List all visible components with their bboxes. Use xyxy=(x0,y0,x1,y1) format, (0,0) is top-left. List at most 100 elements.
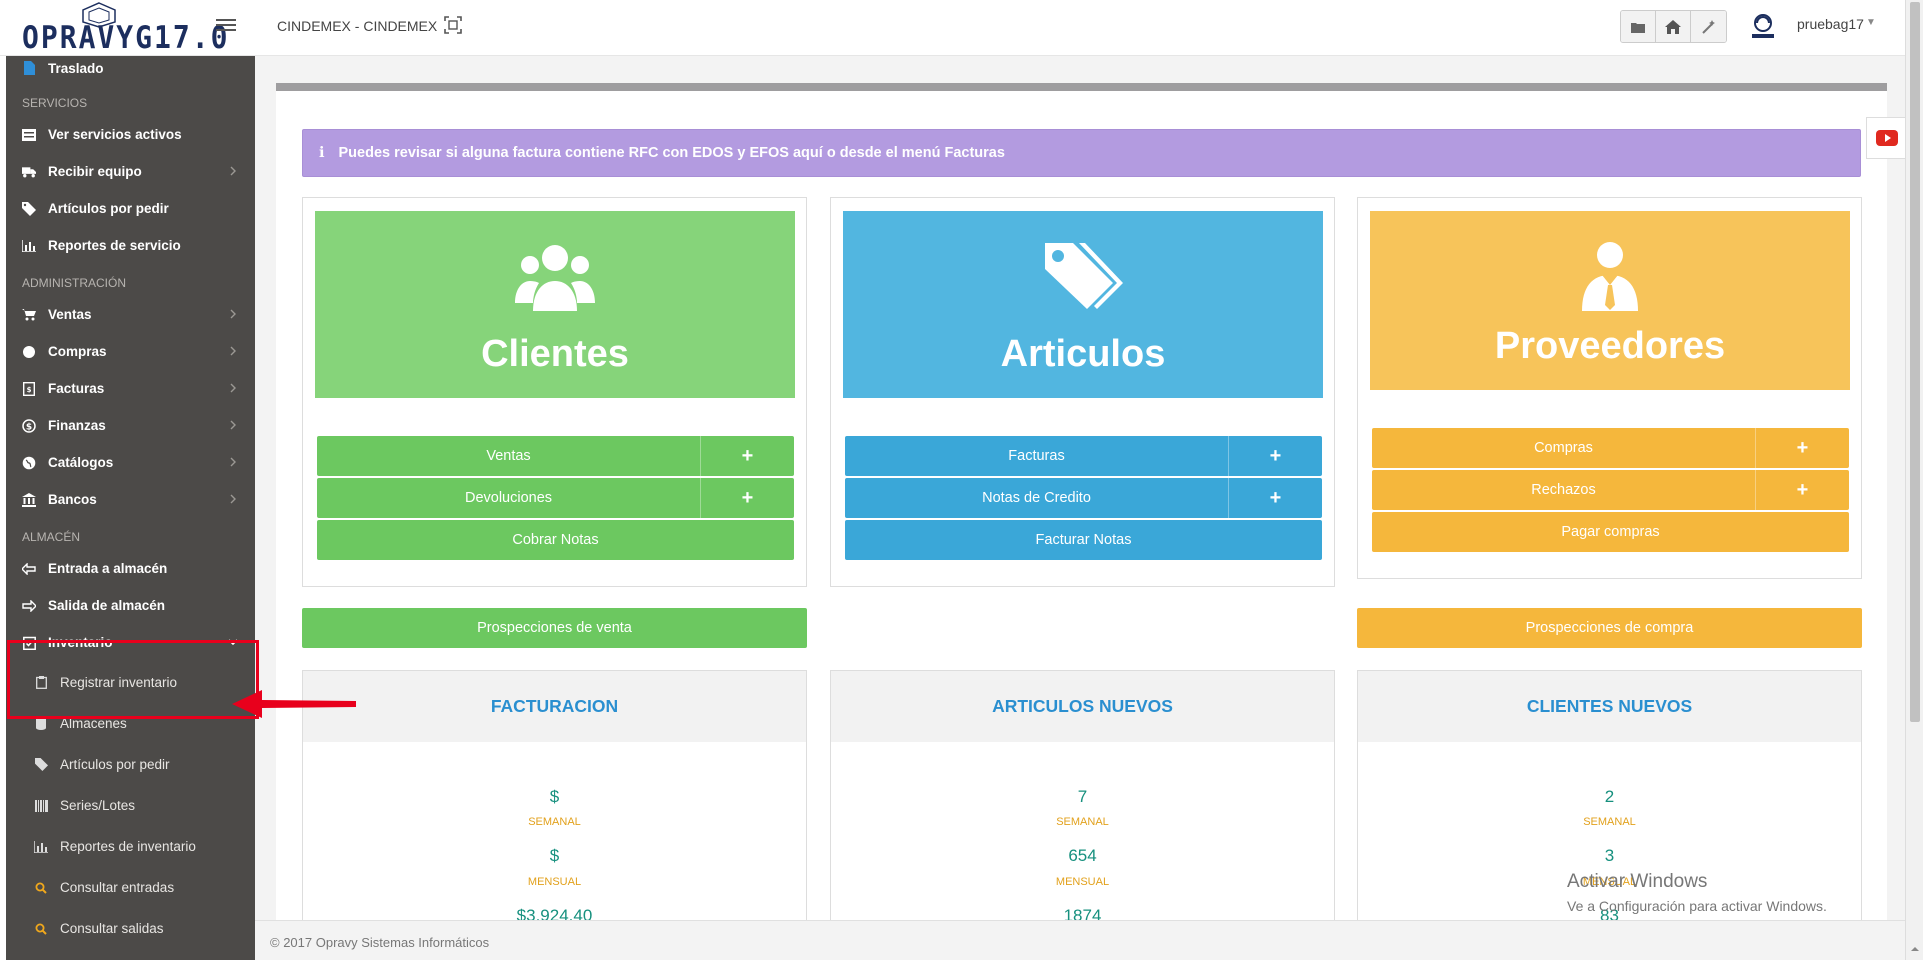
stat-title: ARTICULOS NUEVOS xyxy=(831,671,1334,742)
add-nota-credito-button[interactable]: + xyxy=(1228,478,1322,518)
sidebar-item-ventas[interactable]: Ventas xyxy=(6,296,255,333)
chevron-right-icon xyxy=(230,166,236,176)
prospecciones-compra-button[interactable]: Prospecciones de compra xyxy=(1357,608,1862,648)
ventas-button[interactable]: Ventas xyxy=(317,436,700,476)
sidebar-item-articulos-por-pedir[interactable]: Artículos por pedir xyxy=(6,190,255,227)
sidebar-item-finanzas[interactable]: $ Finanzas xyxy=(6,407,255,444)
card-title: Proveedores xyxy=(1494,325,1726,367)
user-name[interactable]: pruebag17 xyxy=(1797,16,1864,32)
sidebar-item-inventario[interactable]: Inventario xyxy=(6,624,255,661)
sidebar-item-bancos[interactable]: Bancos xyxy=(6,481,255,518)
toolbar-folder-button[interactable] xyxy=(1621,11,1656,42)
stat-value-mensual: 3 xyxy=(1604,846,1615,865)
sidebar-item-label: Inventario xyxy=(48,635,113,650)
card-clientes: Clientes Ventas + Devoluciones + Cobrar … xyxy=(302,197,807,587)
sidebar-sub-registrar-inventario[interactable]: Registrar inventario xyxy=(6,661,255,703)
add-factura-button[interactable]: + xyxy=(1228,436,1322,476)
user-caret-down-icon[interactable]: ▼ xyxy=(1866,17,1876,28)
youtube-icon xyxy=(1875,130,1898,146)
notice-banner[interactable]: ℹ Puedes revisar si alguna factura contie… xyxy=(302,129,1861,177)
notas-credito-button[interactable]: Notas de Credito xyxy=(845,478,1228,518)
menu-toggle-icon[interactable] xyxy=(216,16,236,36)
sidebar-sub-label: Artículos por pedir xyxy=(60,757,170,772)
chevron-right-icon xyxy=(230,346,236,356)
facturas-button[interactable]: Facturas xyxy=(845,436,1228,476)
fullscreen-icon[interactable] xyxy=(444,16,462,34)
sidebar-item-ver-servicios[interactable]: Ver servicios activos xyxy=(6,116,255,153)
sidebar-item-catalogos[interactable]: Catálogos xyxy=(6,444,255,481)
toolbar-magic-button[interactable] xyxy=(1691,11,1726,42)
chevron-right-icon xyxy=(230,457,236,467)
sidebar-item-label: Recibir equipo xyxy=(48,164,142,179)
sidebar: Traslado SERVICIOS Ver servicios activos… xyxy=(6,56,255,960)
sidebar-item-label: Catálogos xyxy=(48,455,114,470)
watermark-subtitle: Ve a Configuración para activar Windows. xyxy=(1567,898,1827,914)
sidebar-item-reportes-servicio[interactable]: Reportes de servicio xyxy=(6,227,255,264)
sidebar-sub-consultar-salidas[interactable]: Consultar salidas xyxy=(6,908,255,949)
stat-label-semanal: SEMANAL xyxy=(1583,816,1636,828)
user-avatar[interactable] xyxy=(1748,12,1778,40)
articulos-facturas-row: Facturas + xyxy=(845,436,1322,476)
sidebar-item-label: Finanzas xyxy=(48,418,106,433)
card-articulos: Articulos Facturas + Notas de Credito + … xyxy=(830,197,1335,587)
sidebar-item-traslado[interactable]: Traslado xyxy=(6,56,255,84)
sidebar-item-label: Compras xyxy=(48,344,107,359)
page-scrollbar[interactable] xyxy=(1905,0,1923,960)
toolbar-home-button[interactable] xyxy=(1656,11,1691,42)
company-name: CINDEMEX - CINDEMEX xyxy=(277,18,438,34)
card-clientes-hero[interactable]: Clientes xyxy=(315,211,795,398)
sidebar-item-label: Ventas xyxy=(48,307,92,322)
sidebar-sub-articulos-por-pedir[interactable]: Artículos por pedir xyxy=(6,744,255,785)
scrollbar-thumb[interactable] xyxy=(1910,2,1920,722)
sidebar-sub-label: Reportes de inventario xyxy=(60,839,196,854)
sidebar-item-label: Artículos por pedir xyxy=(48,201,169,216)
sidebar-item-entrada-almacen[interactable]: Entrada a almacén xyxy=(6,550,255,587)
pagar-compras-button[interactable]: Pagar compras xyxy=(1372,512,1849,552)
app-logo[interactable]: OPRAVYG17.0 xyxy=(22,2,227,56)
proveedores-pagar-row: Pagar compras xyxy=(1372,512,1849,552)
chevron-right-icon xyxy=(230,383,236,393)
sidebar-item-compras[interactable]: Compras xyxy=(6,333,255,370)
chevron-right-icon xyxy=(230,420,236,430)
sidebar-item-label: Reportes de servicio xyxy=(48,238,181,253)
scroll-up-arrow-icon[interactable] xyxy=(1909,943,1921,955)
sidebar-item-label: Ver servicios activos xyxy=(48,127,182,142)
sidebar-sub-reportes-inventario[interactable]: Reportes de inventario xyxy=(6,826,255,867)
rechazos-button[interactable]: Rechazos xyxy=(1372,470,1755,510)
card-proveedores-hero[interactable]: Proveedores xyxy=(1370,211,1850,390)
sidebar-sub-label: Series/Lotes xyxy=(60,798,136,813)
compras-button[interactable]: Compras xyxy=(1372,428,1755,468)
cart-icon xyxy=(22,308,36,322)
add-rechazo-button[interactable]: + xyxy=(1755,470,1849,510)
barcode-icon xyxy=(34,799,48,813)
bar-chart-icon xyxy=(22,239,36,253)
proveedores-rechazos-row: Rechazos + xyxy=(1372,470,1849,510)
users-icon xyxy=(515,245,595,311)
sidebar-item-facturas[interactable]: $ Facturas xyxy=(6,370,255,407)
articulos-notas-credito-row: Notas de Credito + xyxy=(845,478,1322,518)
devoluciones-button[interactable]: Devoluciones xyxy=(317,478,700,518)
youtube-help-button[interactable] xyxy=(1866,117,1906,159)
clientes-ventas-row: Ventas + xyxy=(317,436,794,476)
sidebar-sub-series-lotes[interactable]: Series/Lotes xyxy=(6,785,255,826)
card-articulos-hero[interactable]: Articulos xyxy=(843,211,1323,398)
add-devolucion-button[interactable]: + xyxy=(700,478,794,518)
prospecciones-venta-button[interactable]: Prospecciones de venta xyxy=(302,608,807,648)
proveedores-compras-row: Compras + xyxy=(1372,428,1849,468)
database-icon xyxy=(34,717,48,731)
facturar-notas-button[interactable]: Facturar Notas xyxy=(845,520,1322,560)
sidebar-item-recibir-equipo[interactable]: Recibir equipo xyxy=(6,153,255,190)
gear-icon xyxy=(22,345,36,359)
sidebar-sub-consultar-entradas[interactable]: Consultar entradas xyxy=(6,867,255,908)
stat-clientes-nuevos: CLIENTES NUEVOS 2 SEMANAL 3 MENSUAL 83 xyxy=(1357,670,1862,960)
tags-icon xyxy=(22,201,36,216)
add-venta-button[interactable]: + xyxy=(700,436,794,476)
invoice-icon: $ xyxy=(22,381,36,396)
search-icon xyxy=(34,922,48,936)
stat-label-mensual: MENSUAL xyxy=(1055,876,1110,888)
sidebar-item-salida-almacen[interactable]: Salida de almacén xyxy=(6,587,255,624)
cobrar-notas-button[interactable]: Cobrar Notas xyxy=(317,520,794,560)
sidebar-sub-almacenes[interactable]: Almacenes xyxy=(6,703,255,744)
add-compra-button[interactable]: + xyxy=(1755,428,1849,468)
card-proveedores: Proveedores Compras + Rechazos + Pagar c… xyxy=(1357,197,1862,579)
